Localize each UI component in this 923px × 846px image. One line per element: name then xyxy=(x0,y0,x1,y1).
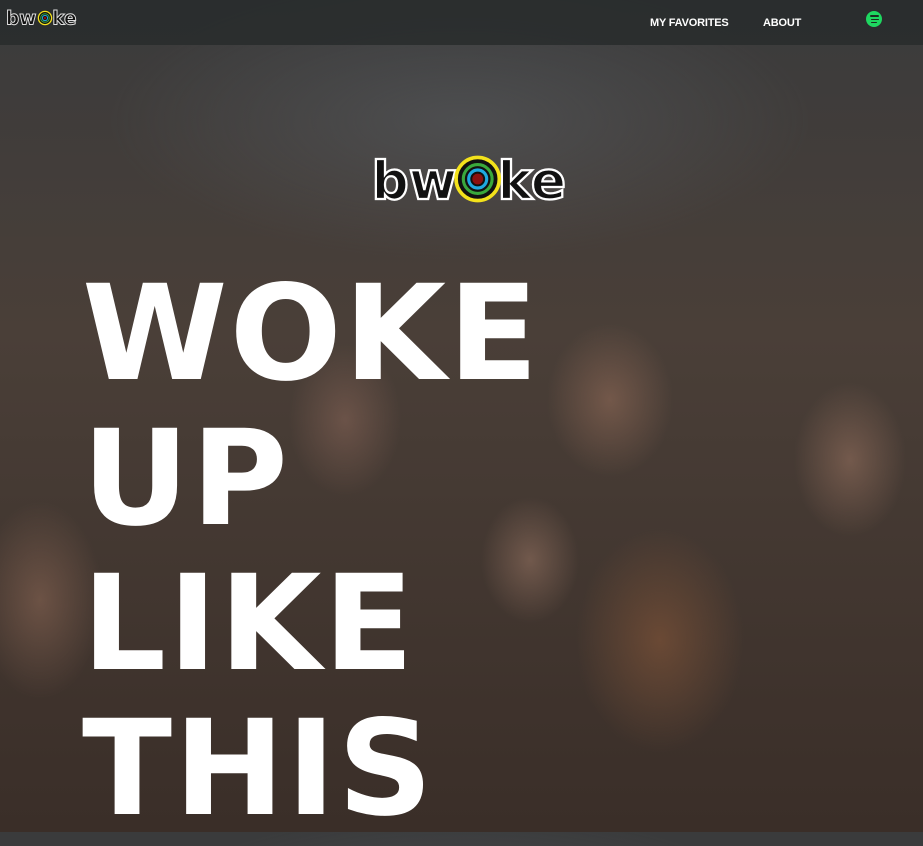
spotify-icon[interactable] xyxy=(866,11,882,27)
brand-logo: bw ke xyxy=(362,151,588,213)
top-nav: bw ke MY FAVORITES ABOUT xyxy=(0,0,923,45)
nav-my-favorites[interactable]: MY FAVORITES xyxy=(650,17,729,29)
hero-line: UP xyxy=(82,402,290,556)
svg-text:ke: ke xyxy=(52,8,76,27)
svg-text:ke: ke xyxy=(498,152,567,206)
svg-text:bw: bw xyxy=(372,152,458,206)
hero-line: THIS xyxy=(82,692,435,846)
hero-heading: WOKE UP LIKE THIS xyxy=(82,262,540,842)
nav-logo[interactable]: bw ke xyxy=(6,7,82,32)
hero-line: WOKE xyxy=(82,257,541,411)
hero-line: LIKE xyxy=(82,547,416,701)
svg-text:bw: bw xyxy=(6,8,36,27)
nav-about[interactable]: ABOUT xyxy=(763,17,801,29)
